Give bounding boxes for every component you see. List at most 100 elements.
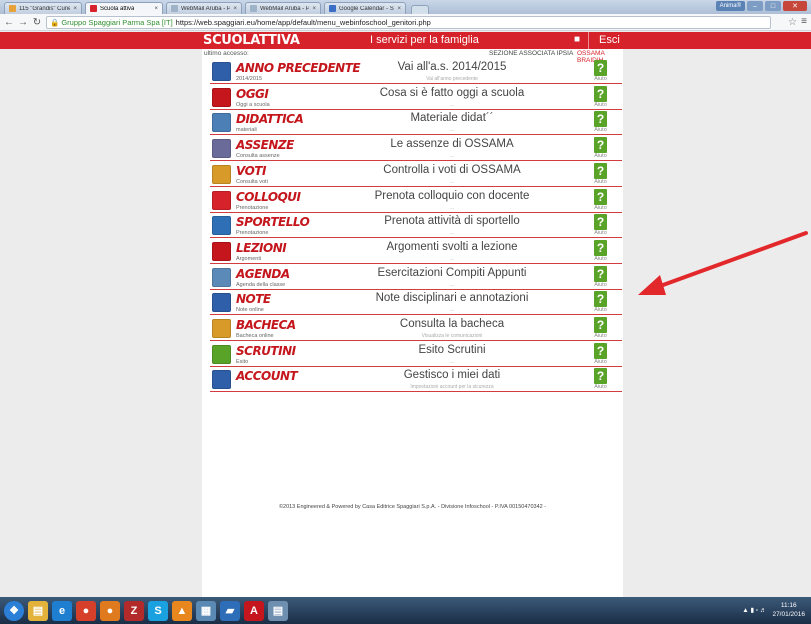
agenda-icon[interactable] (212, 267, 231, 287)
service-name-link[interactable]: BACHECA (236, 318, 296, 332)
service-row[interactable]: OGGI Oggi a scuola Cosa si è fatto oggi a … (202, 85, 623, 110)
report-card-icon[interactable] (212, 344, 231, 364)
browser-tab[interactable]: Scuola attiva × (85, 2, 163, 14)
internet-explorer-icon[interactable]: e (52, 600, 72, 621)
help-icon[interactable]: ? (594, 239, 607, 256)
service-name-link[interactable]: ACCOUNT (236, 369, 298, 383)
minimize-button[interactable]: – (747, 1, 763, 11)
browser-tab[interactable]: WebMail Aruba - Posta in× (166, 2, 242, 14)
service-row[interactable]: SCRUTINI Esito Esito Scrutini...? Aiuto (202, 342, 623, 367)
service-name-link[interactable]: ASSENZE (236, 138, 294, 152)
help-label[interactable]: Aiuto (594, 205, 607, 211)
help-icon[interactable]: ? (594, 137, 607, 154)
help-label[interactable]: Aiuto (594, 256, 607, 262)
help-label[interactable]: Aiuto (594, 282, 607, 288)
help-icon[interactable]: ? (594, 162, 607, 179)
notes-people-icon[interactable] (212, 293, 231, 313)
new-tab-button[interactable] (411, 5, 429, 14)
logout-button[interactable]: Esci (599, 34, 620, 46)
whiteboard-icon[interactable] (212, 113, 231, 133)
service-row[interactable]: SPORTELLO Prenotazione Prenota attività di… (202, 213, 623, 239)
chrome-icon[interactable]: ● (76, 600, 96, 621)
service-name-link[interactable]: VOTI (236, 164, 266, 178)
help-icon[interactable]: ? (594, 214, 607, 231)
help-label[interactable]: Aiuto (594, 384, 607, 390)
service-name-link[interactable]: SPORTELLO (236, 215, 310, 229)
help-icon[interactable]: ? (594, 265, 607, 282)
help-label[interactable]: Aiuto (594, 76, 607, 82)
service-row[interactable]: ACCOUNT Gestisco i miei dati Impostazioni … (202, 367, 623, 393)
acrobat-icon[interactable]: A (244, 600, 264, 621)
tab-close-icon[interactable]: × (73, 6, 77, 12)
notepad-icon[interactable]: ▤ (268, 600, 288, 621)
tab-close-icon[interactable]: × (312, 6, 316, 12)
browser-tab[interactable]: 115 "Grandis" Cuneo × (4, 2, 82, 14)
tab-close-icon[interactable]: × (154, 6, 158, 12)
noticeboard-icon[interactable] (212, 319, 231, 338)
forward-arrow-icon[interactable]: → (18, 17, 28, 28)
outlook-icon[interactable]: ▰ (220, 600, 240, 621)
service-description-link[interactable]: Esito Scrutini (342, 344, 562, 356)
service-description-link[interactable]: Materiale didat´´ (342, 112, 562, 124)
help-label[interactable]: Aiuto (594, 153, 607, 159)
help-icon[interactable]: ? (594, 111, 607, 128)
help-label[interactable]: Aiuto (594, 230, 607, 236)
service-description-link[interactable]: Argomenti svolti a lezione (342, 241, 562, 253)
service-row[interactable]: ANNO PRECEDENTE 2014/2015 Vai all'a.s. 201… (202, 59, 623, 84)
help-label[interactable]: Aiuto (594, 307, 607, 313)
tab-close-icon[interactable]: × (397, 6, 401, 12)
service-description-link[interactable]: Esercitazioni Compiti Appunti (342, 267, 562, 279)
service-name-link[interactable]: COLLOQUI (236, 190, 301, 204)
filezilla-icon[interactable]: Z (124, 600, 144, 621)
service-row[interactable]: VOTI Consulta voti Controlla i voti di OSS… (202, 162, 623, 187)
skype-icon[interactable]: S (148, 600, 168, 621)
address-bar[interactable]: 🔒 Gruppo Spaggiari Parma Spa [IT] https:… (46, 15, 771, 29)
help-icon[interactable]: ? (594, 317, 607, 333)
help-icon[interactable]: ? (594, 342, 607, 359)
help-label[interactable]: Aiuto (594, 102, 607, 108)
service-description-link[interactable]: Vai all'a.s. 2014/2015 (342, 61, 562, 73)
help-icon[interactable]: ? (594, 188, 607, 205)
tab-close-icon[interactable]: × (233, 6, 237, 12)
help-icon[interactable]: ? (594, 291, 607, 308)
browser-menu-icon[interactable]: ≡ (801, 16, 807, 27)
service-row[interactable]: NOTE Note online Note disciplinari e annot… (202, 290, 623, 316)
person-desk-icon[interactable] (212, 216, 231, 236)
calculator-icon[interactable]: ▦ (196, 600, 216, 621)
service-description-link[interactable]: Consulta la bacheca (342, 318, 562, 330)
service-name-link[interactable]: AGENDA (236, 267, 290, 281)
service-name-link[interactable]: LEZIONI (236, 241, 287, 255)
help-label[interactable]: Aiuto (594, 359, 607, 365)
bookmark-star-icon[interactable]: ☆ (788, 17, 797, 28)
service-row[interactable]: COLLOQUI Prenotazione Prenota colloquio co… (202, 188, 623, 213)
calendar-back-icon[interactable] (212, 62, 231, 81)
help-label[interactable]: Aiuto (594, 127, 607, 133)
service-description-link[interactable]: Prenota colloquio con docente (342, 190, 562, 202)
service-row[interactable]: AGENDA Agenda della classe Esercitazioni C… (202, 265, 623, 290)
calendar-15-icon[interactable] (212, 87, 231, 107)
help-icon[interactable]: ? (594, 60, 607, 76)
grid-calendar-icon[interactable] (212, 139, 231, 159)
help-label[interactable]: Aiuto (594, 333, 607, 339)
service-description-link[interactable]: Le assenze di OSSAMA (342, 138, 562, 150)
service-name-link[interactable]: DIDATTICA (236, 112, 304, 126)
scuolattiva-logo[interactable]: SCUOLATTIVA (203, 33, 300, 48)
maximize-button[interactable]: □ (765, 1, 781, 11)
service-row[interactable]: ASSENZE Consulta assenze Le assenze di OSS… (202, 136, 623, 162)
user-icon[interactable]: ■ (571, 34, 583, 46)
help-icon[interactable]: ? (594, 368, 607, 385)
browser-tab[interactable]: Google Calendar - Settim× (324, 2, 406, 14)
service-name-link[interactable]: SCRUTINI (236, 344, 296, 358)
reload-icon[interactable]: ↻ (32, 17, 42, 28)
service-row[interactable]: DIDATTICA materiali Materiale didat´´...? A… (202, 110, 623, 136)
account-icon[interactable] (212, 370, 231, 390)
service-description-link[interactable]: Prenota attività di sportello (342, 215, 562, 227)
meeting-icon[interactable] (212, 190, 231, 210)
tray-icons[interactable]: ▲ ▮ ▫ ♬ (742, 606, 766, 614)
file-explorer-icon[interactable]: ▤ (28, 600, 48, 621)
firefox-icon[interactable]: ● (100, 600, 120, 621)
service-row[interactable]: LEZIONI Argomenti Argomenti svolti a lezio… (202, 239, 623, 264)
service-description-link[interactable]: Gestisco i miei dati (342, 369, 562, 381)
service-name-link[interactable]: OGGI (236, 87, 269, 101)
teacher-icon[interactable] (212, 241, 231, 261)
